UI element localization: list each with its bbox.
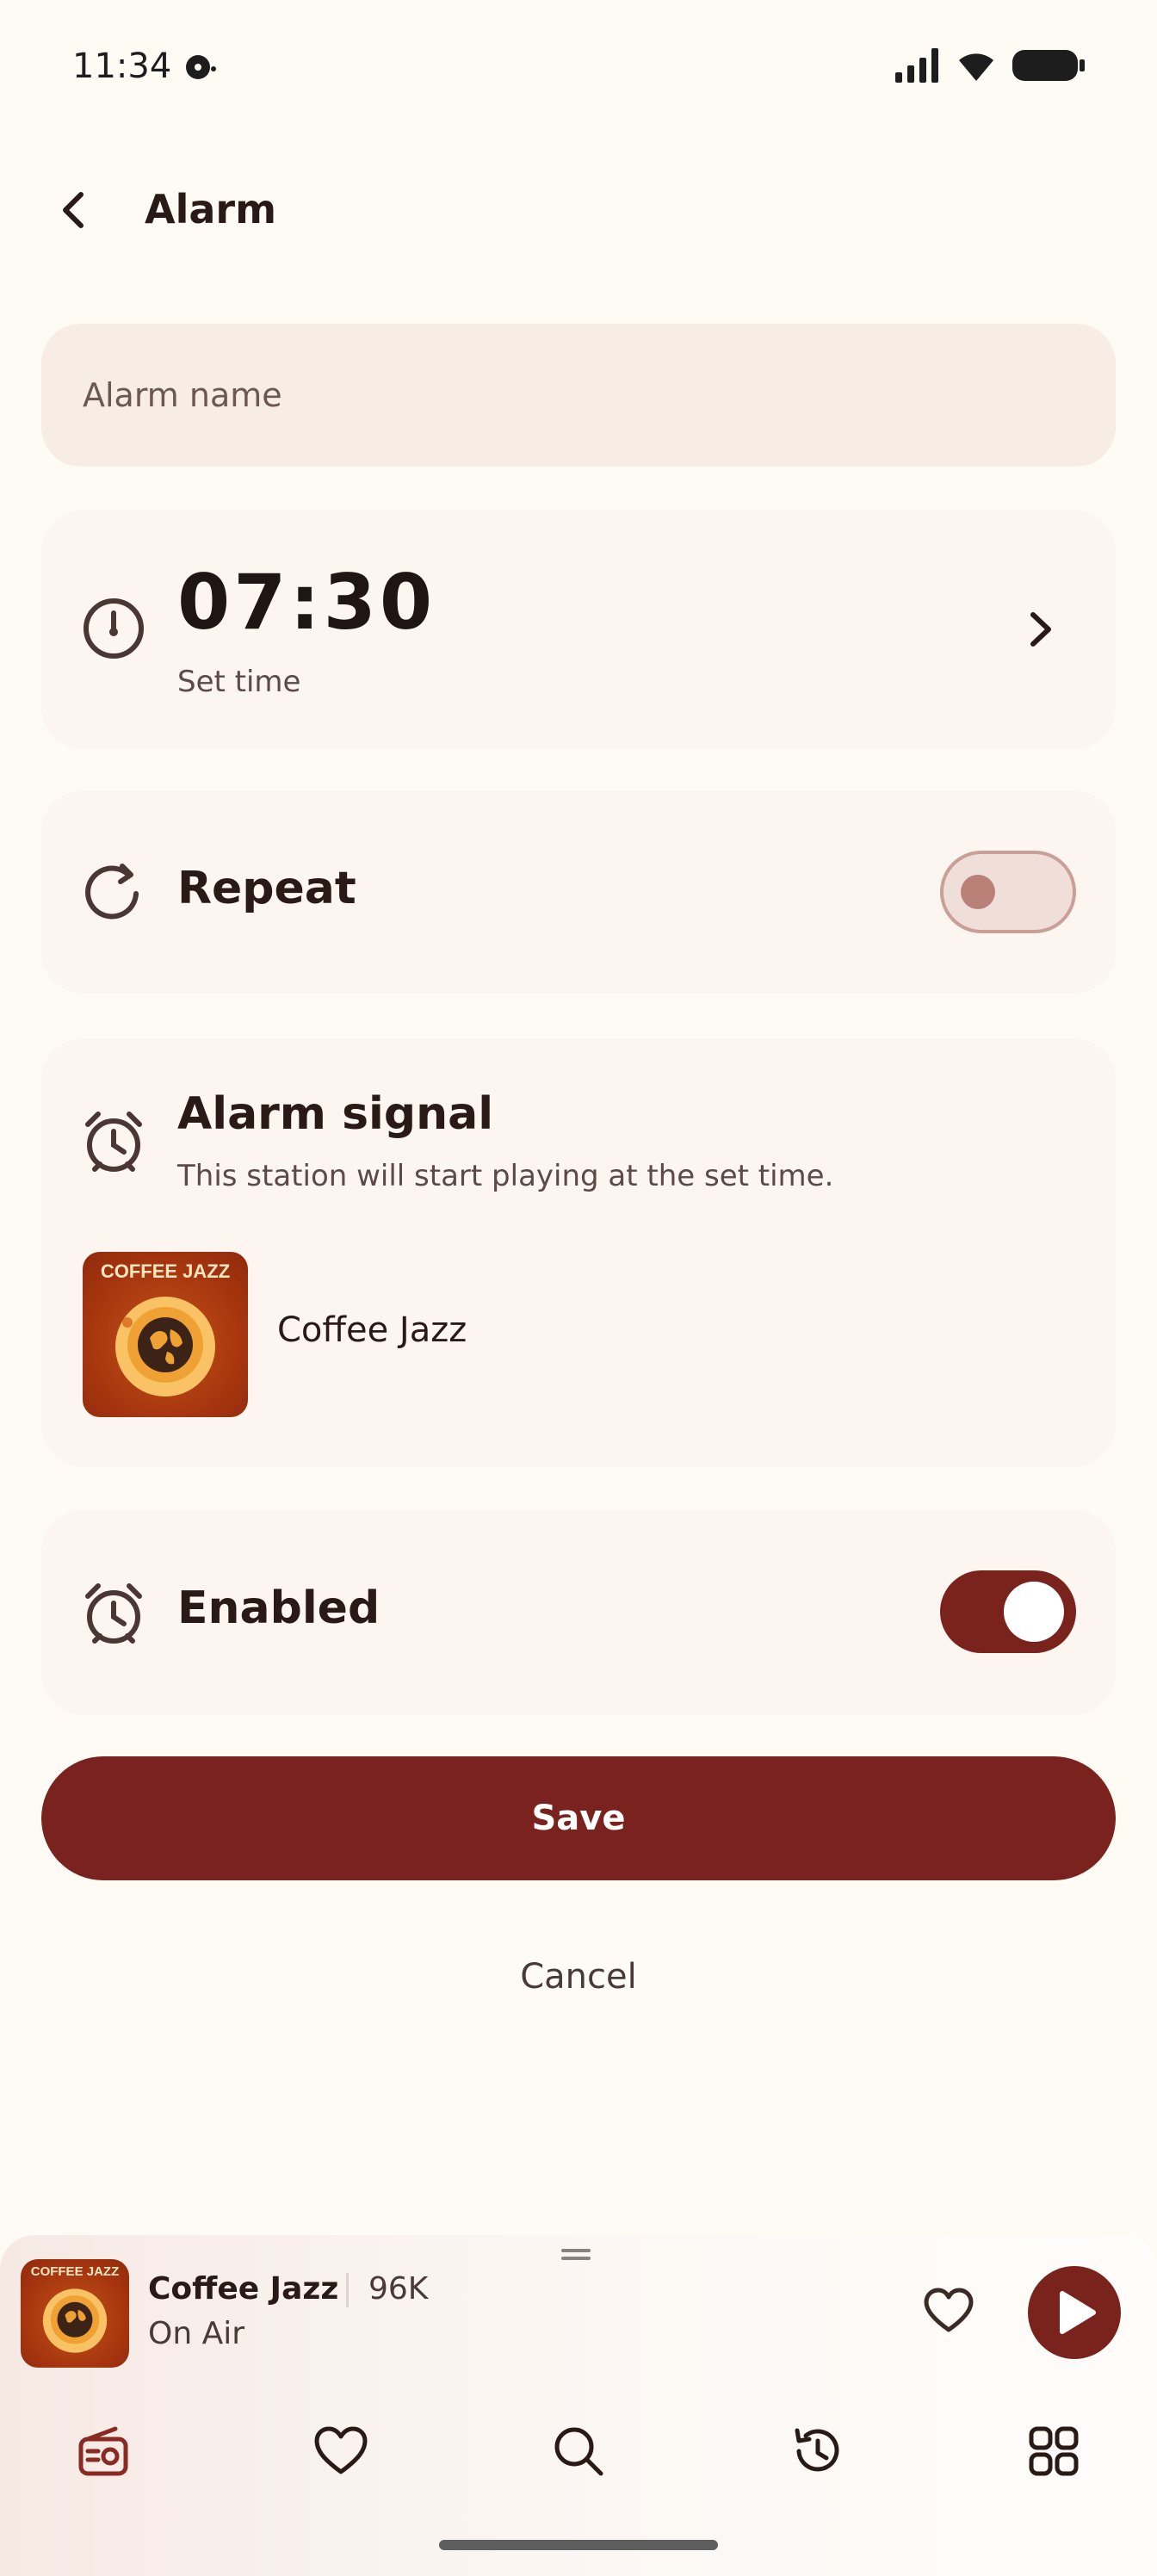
repeat-icon [85, 864, 139, 920]
status-icons [895, 48, 1085, 83]
grid-icon [1029, 2426, 1079, 2476]
save-button[interactable]: Save [41, 1756, 1116, 1880]
radio-icon [78, 2426, 128, 2476]
artwork-label: COFFEE JAZZ [100, 1260, 231, 1282]
battery-icon [1012, 50, 1085, 81]
alarm-clock-icon [85, 1112, 142, 1172]
heart-icon [314, 2426, 368, 2474]
notification-icon [184, 52, 217, 81]
repeat-toggle[interactable] [940, 851, 1076, 933]
clock-icon [84, 598, 144, 659]
repeat-label: Repeat [177, 863, 356, 914]
nav-more[interactable] [1026, 2424, 1081, 2479]
search-icon [554, 2427, 603, 2476]
player-station-name: Coffee Jazz [148, 2271, 339, 2307]
nav-history[interactable] [789, 2424, 844, 2479]
page-title: Alarm [145, 186, 277, 232]
repeat-card: Repeat [41, 790, 1116, 994]
drag-handle[interactable] [561, 2249, 591, 2261]
player-artwork-label: COFFEE JAZZ [30, 2264, 120, 2279]
station-artwork[interactable]: COFFEE JAZZ [83, 1252, 248, 1417]
history-icon [795, 2428, 839, 2472]
play-icon [1060, 2291, 1096, 2334]
alarm-signal-description: This station will start playing at the s… [177, 1159, 834, 1193]
cancel-button[interactable]: Cancel [406, 1944, 751, 2009]
player-bitrate: 96K [368, 2271, 429, 2307]
status-time: 11:34 [72, 46, 172, 86]
alarm-time: 07:30 [177, 558, 436, 647]
alarm-signal-card: Alarm signal This station will start pla… [41, 1038, 1116, 1467]
play-button[interactable] [1028, 2266, 1121, 2359]
set-time-card[interactable]: 07:30 Set time [41, 510, 1116, 749]
mini-player[interactable]: COFFEE JAZZ Coffee Jazz 96K On Air [0, 2235, 1157, 2576]
toggle-knob [1004, 1582, 1064, 1642]
station-name: Coffee Jazz [277, 1310, 467, 1350]
alarm-name-input[interactable] [41, 324, 1116, 467]
home-indicator[interactable] [439, 2540, 718, 2550]
back-button[interactable] [53, 183, 95, 238]
signal-icon [895, 48, 938, 83]
coffee-cup-icon [42, 2288, 108, 2353]
chevron-left-icon [63, 192, 84, 228]
player-artwork[interactable]: COFFEE JAZZ [21, 2259, 129, 2368]
toggle-knob [961, 875, 995, 909]
chevron-right-icon [1030, 612, 1051, 647]
nav-search[interactable] [551, 2424, 606, 2479]
nav-radio[interactable] [76, 2424, 131, 2479]
heart-icon[interactable] [923, 2287, 974, 2335]
enabled-label: Enabled [177, 1582, 381, 1634]
set-time-label: Set time [177, 665, 301, 699]
alarm-signal-title: Alarm signal [177, 1088, 494, 1140]
enabled-card: Enabled [41, 1510, 1116, 1715]
nav-favorites[interactable] [313, 2424, 368, 2479]
divider [346, 2273, 349, 2307]
wifi-icon [959, 53, 993, 81]
player-status: On Air [148, 2316, 245, 2351]
coffee-cup-icon [115, 1297, 215, 1396]
alarm-clock-icon [85, 1583, 142, 1644]
enabled-toggle[interactable] [940, 1570, 1076, 1653]
